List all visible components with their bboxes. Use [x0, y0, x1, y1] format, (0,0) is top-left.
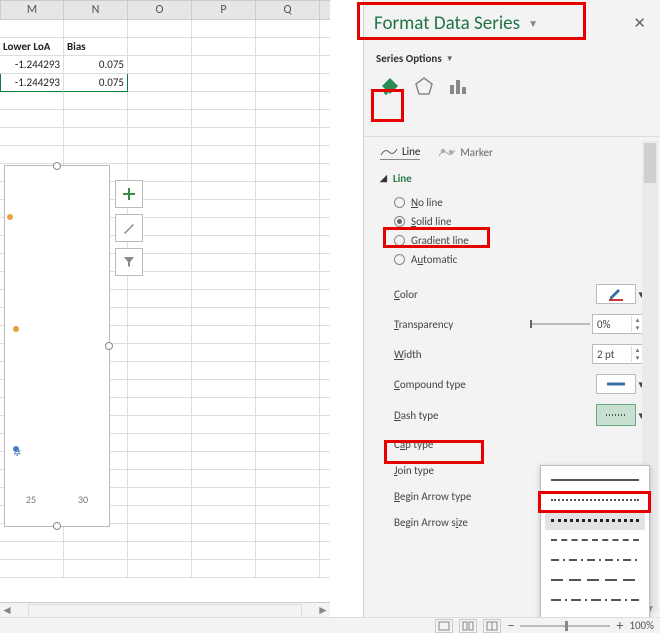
width-input[interactable]: 2 pt ▴▾ — [592, 344, 644, 364]
zoom-in-button[interactable]: + — [616, 617, 623, 634]
pencil-color-icon — [608, 287, 624, 301]
line-icon — [380, 147, 398, 157]
chart-point-2[interactable] — [13, 326, 19, 332]
view-page-break-button[interactable] — [483, 619, 501, 633]
transparency-slider[interactable] — [530, 323, 590, 325]
dash-option-round-dot[interactable] — [545, 490, 645, 510]
brush-icon — [122, 221, 136, 235]
radio-solid-line[interactable]: Solid line — [394, 212, 630, 231]
col-header-q[interactable]: Q — [256, 1, 320, 19]
col-header-m[interactable]: M — [0, 1, 64, 19]
width-label: Width — [394, 348, 592, 361]
marker-icon — [438, 148, 456, 158]
collapse-icon[interactable]: ◢ — [380, 173, 387, 184]
line-section-label[interactable]: Line — [393, 172, 412, 185]
col-header-p[interactable]: P — [192, 1, 256, 19]
pentagon-icon — [413, 75, 435, 97]
chart-filters-button[interactable] — [115, 248, 143, 276]
view-normal-button[interactable] — [435, 619, 453, 633]
dash-option-dash-dot[interactable] — [545, 550, 645, 570]
transparency-input[interactable]: 0% ▴▾ — [592, 314, 644, 334]
scroll-left-icon[interactable]: ◄ — [0, 604, 14, 618]
embedded-chart[interactable]: ✲ 25 30 — [4, 165, 110, 527]
radio-automatic[interactable]: Automatic — [394, 250, 630, 269]
funnel-icon — [122, 255, 136, 269]
dash-type-label: Dash type — [394, 409, 596, 422]
bar-chart-icon — [447, 75, 469, 97]
fill-line-tab[interactable] — [374, 71, 406, 101]
dash-option-solid[interactable] — [545, 470, 645, 490]
color-label: Color — [394, 288, 596, 301]
format-pane: Format Data Series ▼ ✕ Series Options ▼ … — [363, 0, 660, 617]
chart-styles-button[interactable] — [115, 214, 143, 242]
dash-option-long-dash[interactable] — [545, 570, 645, 590]
horizontal-scrollbar[interactable]: ◄ ► — [0, 602, 330, 618]
view-page-layout-button[interactable] — [459, 619, 477, 633]
dash-option-long-dash-dot[interactable] — [545, 590, 645, 610]
dash-type-dropdown[interactable] — [596, 404, 636, 426]
dash-option-square-dot[interactable] — [545, 510, 645, 530]
series-options-tab[interactable] — [442, 71, 474, 101]
radio-gradient-line[interactable]: Gradient line — [394, 231, 630, 250]
cell-n3[interactable]: 0.075 — [64, 56, 128, 74]
plus-icon — [122, 187, 136, 201]
pane-close-button[interactable]: ✕ — [633, 14, 646, 33]
cell-n4[interactable]: 0.075 — [64, 74, 128, 92]
header-lower-loa[interactable]: Lower LoA — [0, 38, 64, 56]
compound-type-dropdown[interactable] — [596, 374, 636, 394]
pane-title-dropdown-icon[interactable]: ▼ — [528, 17, 538, 30]
marker-tab[interactable]: Marker — [438, 146, 492, 159]
series-options-label[interactable]: Series Options — [376, 52, 442, 65]
marker-tab-label: Marker — [460, 146, 492, 159]
line-tab-label: Line — [402, 145, 420, 158]
chart-point-1[interactable] — [7, 214, 13, 220]
dash-option-dash[interactable] — [545, 530, 645, 550]
effects-tab[interactable] — [408, 71, 440, 101]
zoom-level[interactable]: 100% — [629, 619, 654, 632]
dash-option-long-dash-dot-dot[interactable] — [545, 610, 645, 617]
axis-tick-25: 25 — [26, 493, 36, 506]
status-bar: − + 100% — [0, 617, 660, 633]
chevron-down-icon[interactable]: ▼ — [446, 54, 454, 64]
scroll-right-icon[interactable]: ► — [316, 604, 330, 618]
col-header-o[interactable]: O — [128, 1, 192, 19]
dash-type-popup — [540, 465, 650, 617]
column-header-row: M N O P Q — [0, 0, 330, 20]
zoom-out-button[interactable]: − — [507, 617, 514, 634]
spreadsheet-grid[interactable]: Lower LoA Bias -1.244293 0.075 -1.244293… — [0, 20, 330, 602]
compound-type-label: Compound type — [394, 378, 596, 391]
axis-tick-30: 30 — [78, 493, 88, 506]
compound-line-icon — [606, 380, 626, 388]
chart-elements-button[interactable] — [115, 180, 143, 208]
cap-type-label: Cap type — [394, 438, 644, 451]
cell-m4[interactable]: -1.244293 — [0, 74, 64, 92]
color-picker[interactable] — [596, 284, 636, 304]
chart-point-3[interactable]: ✲ — [13, 446, 19, 452]
radio-no-line[interactable]: No line — [394, 193, 630, 212]
line-tab[interactable]: Line — [380, 145, 420, 160]
header-bias[interactable]: Bias — [64, 38, 128, 56]
col-header-n[interactable]: N — [64, 1, 128, 19]
zoom-slider[interactable] — [520, 625, 610, 627]
cell-m3[interactable]: -1.244293 — [0, 56, 64, 74]
transparency-label: Transparency — [394, 318, 530, 331]
pane-title: Format Data Series — [374, 12, 520, 35]
paint-bucket-icon — [379, 75, 401, 97]
dash-line-icon — [605, 412, 627, 418]
